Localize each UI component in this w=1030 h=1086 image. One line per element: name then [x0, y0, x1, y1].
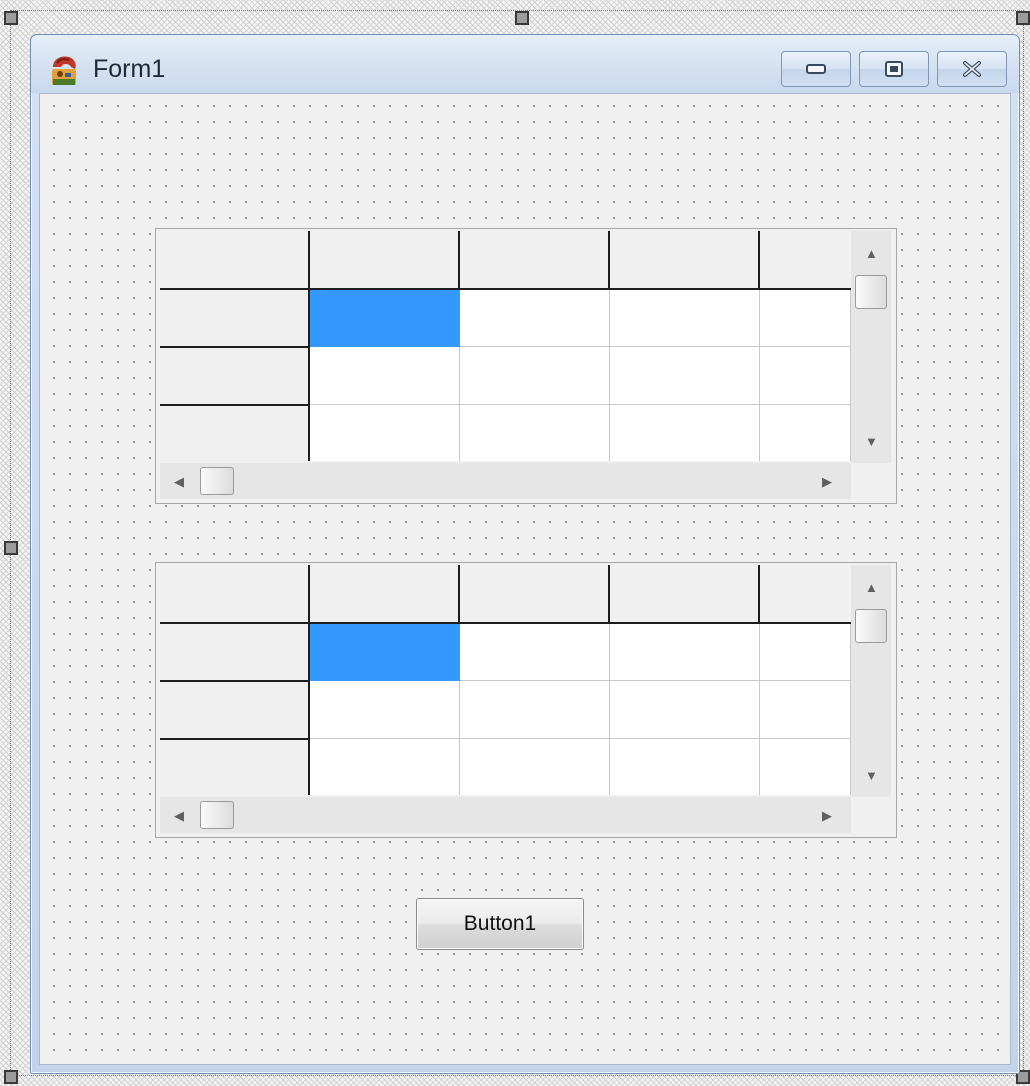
grid-cell[interactable]	[460, 347, 610, 405]
scrollbar-corner	[851, 463, 891, 499]
header-col-line	[458, 231, 460, 289]
minimize-button[interactable]	[781, 51, 851, 87]
fixed-row-cell[interactable]	[160, 347, 310, 405]
title-bar[interactable]: Form1	[31, 35, 1019, 93]
resize-handle-middle-left[interactable]	[4, 541, 18, 555]
grid-cells[interactable]	[160, 231, 851, 461]
scroll-right-arrow-icon[interactable]: ▶	[822, 475, 832, 488]
horizontal-scroll-thumb[interactable]	[200, 467, 234, 495]
fixed-cell	[160, 231, 310, 289]
grid-cell[interactable]	[460, 289, 610, 347]
header-col-line	[608, 231, 610, 289]
grid-cell[interactable]	[760, 289, 851, 347]
grid-cells[interactable]	[160, 565, 851, 795]
fixed-row-cell[interactable]	[160, 623, 310, 681]
vertical-scroll-thumb[interactable]	[855, 275, 887, 309]
fixed-row-cell[interactable]	[160, 405, 310, 461]
grid-cell[interactable]	[310, 347, 460, 405]
fixed-row-line	[160, 404, 310, 406]
fixed-cell	[160, 565, 310, 623]
maximize-button[interactable]	[859, 51, 929, 87]
fixed-header-cell[interactable]	[460, 231, 610, 289]
resize-handle-top-left[interactable]	[4, 11, 18, 25]
grid-cell[interactable]	[610, 623, 760, 681]
fixed-header-cell[interactable]	[460, 565, 610, 623]
grid-cell[interactable]	[460, 681, 610, 739]
header-col-line	[758, 231, 760, 289]
horizontal-scrollbar[interactable]: ◀ ▶	[160, 797, 851, 833]
header-row-line	[160, 288, 851, 290]
scrollbar-corner	[851, 797, 891, 833]
vertical-scroll-thumb[interactable]	[855, 609, 887, 643]
fixed-row-cell[interactable]	[160, 681, 310, 739]
grid-cell[interactable]	[760, 623, 851, 681]
grid-cell[interactable]	[310, 681, 460, 739]
grid-cell[interactable]	[460, 405, 610, 461]
form-client-area[interactable]: ▲ ▼ ◀ ▶ ▲ ▼ ◀ ▶ Button1	[39, 93, 1011, 1065]
grid-cell[interactable]	[460, 739, 610, 795]
header-col-line	[758, 565, 760, 623]
fixed-row-cell[interactable]	[160, 739, 310, 795]
header-row-line	[160, 622, 851, 624]
resize-handle-bottom-left[interactable]	[4, 1070, 18, 1084]
scroll-right-arrow-icon[interactable]: ▶	[822, 809, 832, 822]
window-title: Form1	[93, 55, 166, 83]
grid-cell[interactable]	[610, 289, 760, 347]
fixed-header-cell[interactable]	[610, 231, 760, 289]
horizontal-scrollbar[interactable]: ◀ ▶	[160, 463, 851, 499]
fixed-header-cell[interactable]	[310, 565, 460, 623]
fixed-header-cell[interactable]	[760, 565, 851, 623]
grid-cell[interactable]	[310, 405, 460, 461]
resize-handle-top-right[interactable]	[1016, 11, 1030, 25]
header-col-line	[608, 565, 610, 623]
lazarus-cheetah-icon	[47, 53, 81, 87]
resize-handle-top-center[interactable]	[515, 11, 529, 25]
grid-cell[interactable]	[610, 347, 760, 405]
button-1[interactable]: Button1	[416, 898, 584, 950]
scroll-down-arrow-icon[interactable]: ▼	[865, 769, 878, 782]
grid-cell-selected[interactable]	[310, 623, 460, 681]
grid-cell[interactable]	[760, 681, 851, 739]
fixed-header-cell[interactable]	[760, 231, 851, 289]
fixed-row-line	[160, 346, 310, 348]
fixed-header-cell[interactable]	[610, 565, 760, 623]
header-col-line	[458, 565, 460, 623]
grid-cell[interactable]	[610, 739, 760, 795]
form-window: Form1 ▲ ▼ ◀ ▶ ▲ ▼ ◀ ▶ Button1	[30, 34, 1020, 1074]
grid-cell[interactable]	[760, 347, 851, 405]
horizontal-scroll-thumb[interactable]	[200, 801, 234, 829]
grid-cell[interactable]	[310, 739, 460, 795]
scroll-up-arrow-icon[interactable]: ▲	[865, 247, 878, 260]
minimize-icon	[806, 64, 826, 74]
string-grid-1[interactable]: ▲ ▼ ◀ ▶	[155, 228, 897, 504]
string-grid-2[interactable]: ▲ ▼ ◀ ▶	[155, 562, 897, 838]
scroll-up-arrow-icon[interactable]: ▲	[865, 581, 878, 594]
fixed-row-line	[160, 738, 310, 740]
close-button[interactable]	[937, 51, 1007, 87]
scroll-left-arrow-icon[interactable]: ◀	[174, 475, 184, 488]
grid-cell[interactable]	[460, 623, 610, 681]
fixed-row-cell[interactable]	[160, 289, 310, 347]
grid-cell[interactable]	[760, 405, 851, 461]
scroll-down-arrow-icon[interactable]: ▼	[865, 435, 878, 448]
vertical-scrollbar[interactable]: ▲ ▼	[851, 231, 891, 463]
maximize-icon	[885, 61, 903, 77]
scroll-left-arrow-icon[interactable]: ◀	[174, 809, 184, 822]
grid-cell[interactable]	[610, 681, 760, 739]
grid-cell[interactable]	[760, 739, 851, 795]
close-icon	[963, 61, 981, 77]
vertical-scrollbar[interactable]: ▲ ▼	[851, 565, 891, 797]
fixed-row-line	[160, 680, 310, 682]
fixed-header-cell[interactable]	[310, 231, 460, 289]
grid-cell[interactable]	[610, 405, 760, 461]
grid-cell-selected[interactable]	[310, 289, 460, 347]
